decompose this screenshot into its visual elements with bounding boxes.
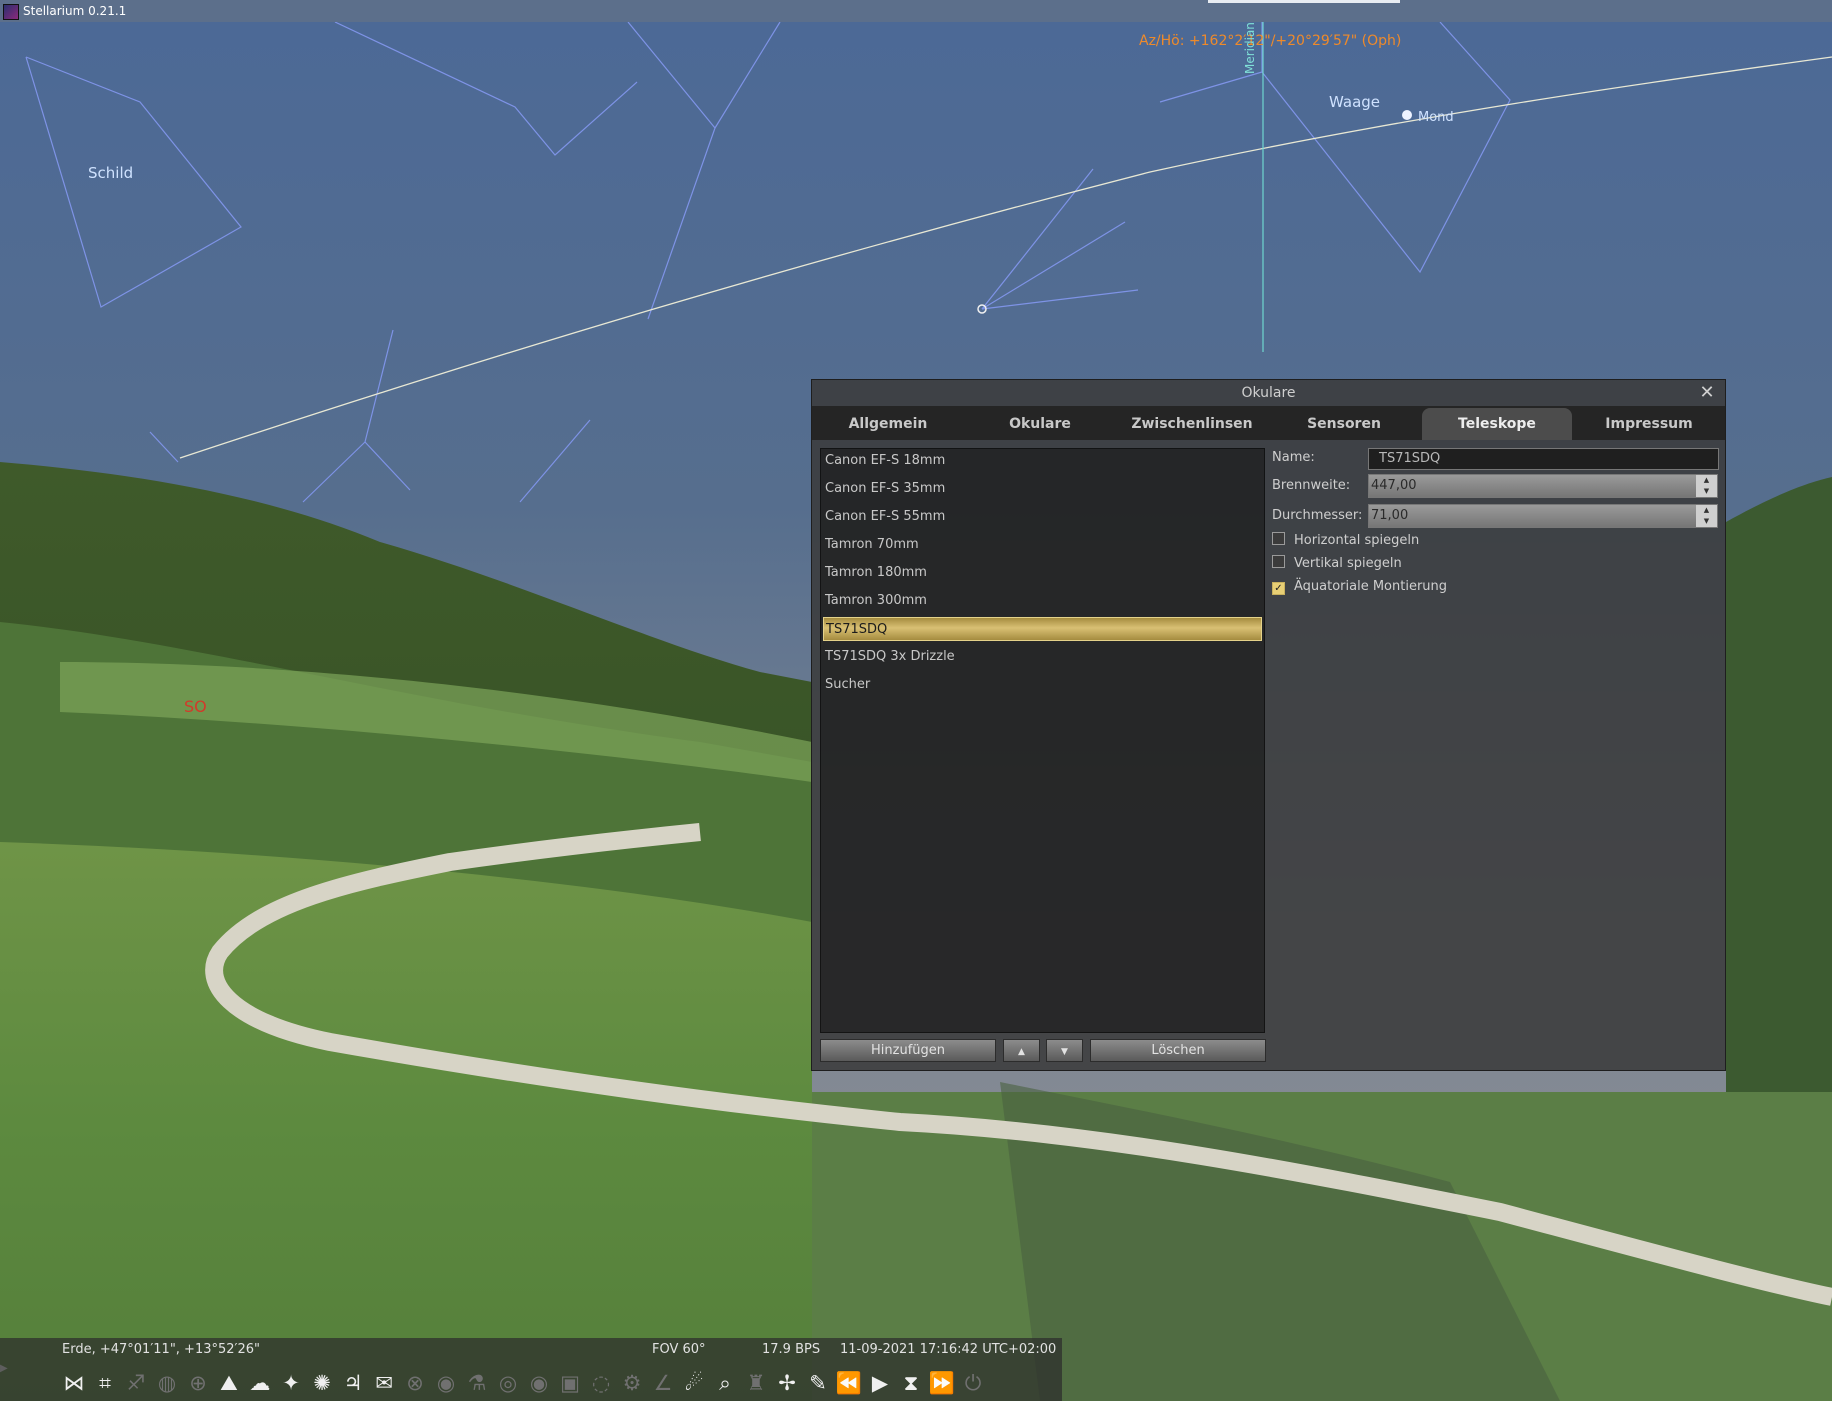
- tab-sensoren[interactable]: Sensoren: [1269, 408, 1419, 440]
- azimuthal-grid-icon[interactable]: ⊕: [184, 1369, 212, 1397]
- play-icon[interactable]: ▶: [866, 1369, 894, 1397]
- close-icon[interactable]: ✕: [1697, 382, 1717, 404]
- add-telescope-button[interactable]: Hinzufügen: [820, 1039, 996, 1062]
- move-up-button[interactable]: ▲: [1003, 1039, 1040, 1062]
- focal-length-value[interactable]: 447,00: [1369, 475, 1696, 497]
- list-item[interactable]: Tamron 70mm: [823, 533, 1262, 557]
- name-label: Name:: [1272, 450, 1315, 465]
- equatorial-mount-label: Äquatoriale Montierung: [1294, 579, 1448, 594]
- dialog-tabs: Allgemein Okulare Zwischenlinsen Sensore…: [812, 406, 1725, 440]
- flip-horizontal-checkbox[interactable]: Horizontal spiegeln: [1272, 531, 1419, 551]
- telescope-list[interactable]: Canon EF-S 18mm Canon EF-S 35mm Canon EF…: [820, 448, 1265, 1033]
- checkbox-icon[interactable]: [1272, 532, 1285, 545]
- satellites-icon[interactable]: ✉: [370, 1369, 398, 1397]
- oculars-dialog: Okulare ✕ Allgemein Okulare Zwischenlins…: [811, 379, 1726, 1071]
- bottom-bar: Erde, +47°01′11", +13°52′26" FOV 60° 17.…: [0, 1338, 1062, 1401]
- constellation-lines-icon[interactable]: ⋈: [60, 1369, 88, 1397]
- dialog-title: Okulare: [1241, 385, 1296, 401]
- selected-object-coordinates: Az/Hö: +162°2′12"/+20°29′57" (Oph): [1139, 33, 1402, 49]
- constellation-label-schild: Schild: [88, 164, 134, 182]
- list-item[interactable]: Sucher: [823, 673, 1262, 697]
- stellarium-app-icon: [3, 4, 19, 20]
- atmosphere-icon[interactable]: ☁: [246, 1369, 274, 1397]
- fov-status: FOV 60°: [652, 1342, 706, 1357]
- arrow-up-icon: ▲: [1018, 1047, 1025, 1057]
- arrow-down-icon: ▼: [1061, 1047, 1068, 1057]
- location-status: Erde, +47°01′11", +13°52′26": [62, 1342, 261, 1357]
- search-icon[interactable]: ⌕: [711, 1369, 739, 1397]
- fast-forward-icon[interactable]: ⏩: [928, 1369, 956, 1397]
- quit-icon[interactable]: ⏻: [959, 1369, 987, 1397]
- equatorial-mount-checkbox[interactable]: ✓ Äquatoriale Montierung: [1272, 577, 1447, 597]
- angle-measure-icon[interactable]: ∠: [649, 1369, 677, 1397]
- meridian-label: Meridian: [1243, 22, 1257, 74]
- tab-okulare[interactable]: Okulare: [965, 408, 1115, 440]
- equatorial-mount-icon[interactable]: ⊗: [401, 1369, 429, 1397]
- focal-length-label: Brennweite:: [1272, 478, 1351, 493]
- list-item[interactable]: TS71SDQ 3x Drizzle: [823, 645, 1262, 669]
- meteor-showers-icon[interactable]: ☄: [680, 1369, 708, 1397]
- list-item[interactable]: Canon EF-S 18mm: [823, 449, 1262, 473]
- ocular-config-icon[interactable]: ⚙: [618, 1369, 646, 1397]
- diameter-value[interactable]: 71,00: [1369, 505, 1696, 527]
- fps-status: 17.9 BPS: [762, 1342, 821, 1357]
- spin-down-icon[interactable]: ▼: [1696, 486, 1717, 497]
- flip-horizontal-label: Horizontal spiegeln: [1294, 533, 1420, 548]
- rewind-icon[interactable]: ⏪: [835, 1369, 863, 1397]
- titlebar-accent: [1208, 0, 1400, 3]
- ocular-view-icon[interactable]: ◎: [494, 1369, 522, 1397]
- moon-label: Mond: [1418, 110, 1454, 125]
- flip-vertical-checkbox[interactable]: Vertikal spiegeln: [1272, 554, 1402, 574]
- telescope-control-icon[interactable]: ⚗: [463, 1369, 491, 1397]
- tab-zwischenlinsen[interactable]: Zwischenlinsen: [1117, 408, 1267, 440]
- datetime-status: 11-09-2021 17:16:42 UTC+02:00: [840, 1342, 1057, 1357]
- ground-icon[interactable]: ⛰: [215, 1369, 243, 1397]
- comet-icon[interactable]: ✎: [804, 1369, 832, 1397]
- checkbox-icon[interactable]: [1272, 555, 1285, 568]
- cardinal-point-label: SO: [184, 697, 207, 716]
- tab-teleskope[interactable]: Teleskope: [1422, 408, 1572, 440]
- planet-labels-icon[interactable]: ♃: [339, 1369, 367, 1397]
- tab-allgemein[interactable]: Allgemein: [813, 408, 963, 440]
- constellation-labels-icon[interactable]: ⌗: [91, 1369, 119, 1397]
- delete-telescope-button[interactable]: Löschen: [1090, 1039, 1266, 1062]
- stellarium-window: Stellarium 0.21.1 Az/Hö: +162°2′12"/+20°…: [0, 0, 1832, 1401]
- eye-icon[interactable]: ◉: [525, 1369, 553, 1397]
- list-item[interactable]: Canon EF-S 35mm: [823, 477, 1262, 501]
- constellation-label-waage: Waage: [1329, 93, 1381, 111]
- observatory-icon[interactable]: ♜: [742, 1369, 770, 1397]
- cardinal-points-icon[interactable]: ✦: [277, 1369, 305, 1397]
- checkmark-icon[interactable]: ✓: [1272, 582, 1285, 595]
- night-mode-icon[interactable]: ◉: [432, 1369, 460, 1397]
- nebulae-icon[interactable]: ✺: [308, 1369, 336, 1397]
- spin-down-icon[interactable]: ▼: [1696, 516, 1717, 527]
- diameter-spinbox[interactable]: 71,00 ▲ ▼: [1368, 504, 1718, 528]
- current-time-icon[interactable]: ⧗: [897, 1369, 925, 1397]
- equatorial-grid-icon[interactable]: ◍: [153, 1369, 181, 1397]
- window-title: Stellarium 0.21.1: [23, 4, 127, 18]
- name-field[interactable]: TS71SDQ: [1368, 448, 1719, 470]
- move-down-button[interactable]: ▼: [1046, 1039, 1083, 1062]
- exoplanets-icon[interactable]: ✢: [773, 1369, 801, 1397]
- constellation-art-icon[interactable]: ♐: [122, 1369, 150, 1397]
- list-item[interactable]: Tamron 180mm: [823, 561, 1262, 585]
- focal-length-spinbox[interactable]: 447,00 ▲ ▼: [1368, 474, 1718, 498]
- diameter-label: Durchmesser:: [1272, 508, 1363, 523]
- flip-vertical-label: Vertikal spiegeln: [1294, 556, 1402, 571]
- window-titlebar: Stellarium 0.21.1: [0, 0, 1832, 22]
- list-item-selected[interactable]: TS71SDQ: [823, 617, 1262, 641]
- sensor-frame-icon[interactable]: ▣: [556, 1369, 584, 1397]
- list-item[interactable]: Tamron 300mm: [823, 589, 1262, 613]
- tab-impressum[interactable]: Impressum: [1574, 408, 1724, 440]
- list-item[interactable]: Canon EF-S 55mm: [823, 505, 1262, 529]
- telrad-icon[interactable]: ◌: [587, 1369, 615, 1397]
